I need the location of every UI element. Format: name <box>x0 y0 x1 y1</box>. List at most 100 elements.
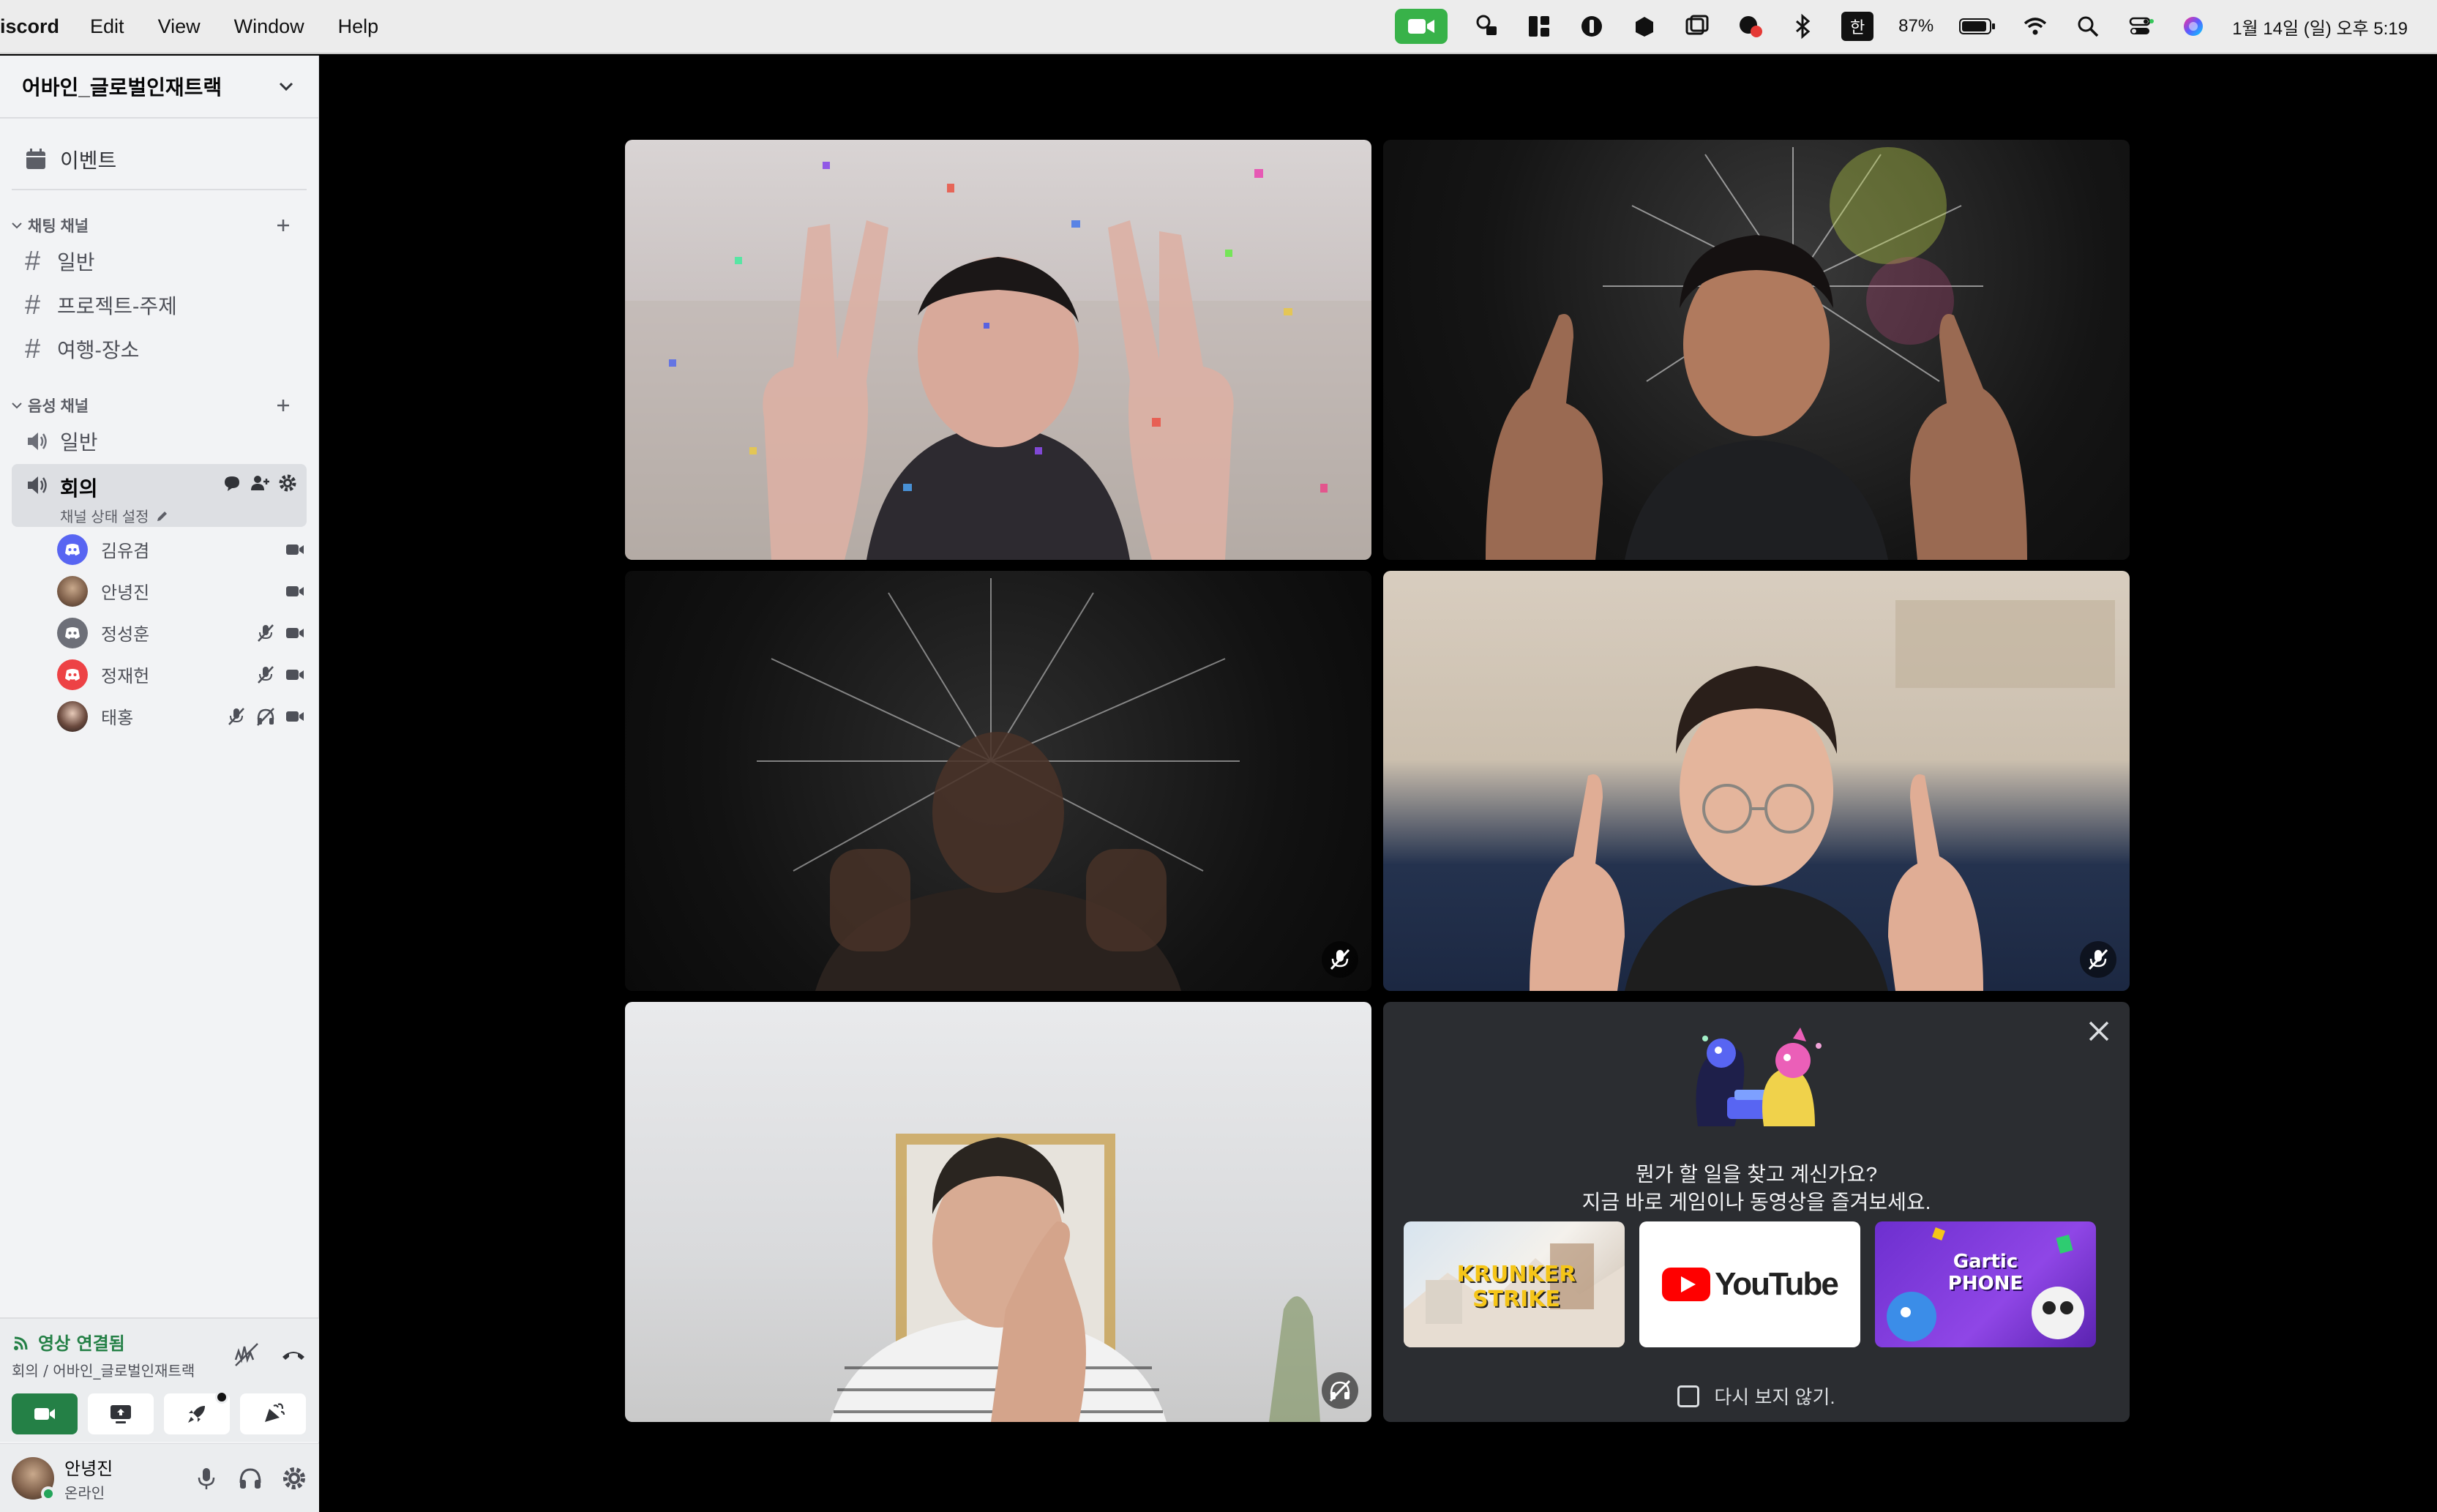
headphones-icon[interactable] <box>237 1465 263 1492</box>
category-label: 음성 채널 <box>28 398 89 415</box>
add-channel-icon[interactable] <box>273 395 293 416</box>
disconnect-icon[interactable] <box>280 1341 307 1369</box>
user-settings-gear-icon[interactable] <box>281 1465 307 1492</box>
activity-card-youtube[interactable]: YouTube <box>1639 1221 1860 1347</box>
channel-sidebar: 어바인_글로벌인재트랙 이벤트 채팅 채널 # 일반 # 프로젝트-주제 # 여행-장… <box>0 56 319 1512</box>
discord-logo-icon <box>65 626 80 639</box>
menu-bar: iscord Edit View Window Help 한 87% 1월 14… <box>0 0 2437 54</box>
server-header[interactable]: 어바인_글로벌인재트랙 <box>0 56 318 119</box>
checkbox-box[interactable] <box>1677 1385 1700 1407</box>
video-tile[interactable] <box>625 140 1371 560</box>
voice-user-taehong[interactable]: 태홍 <box>57 695 305 737</box>
video-grid: 뭔가 할 일을 찾고 계신가요? 지금 바로 게임이나 동영상을 즐겨보세요. … <box>319 56 2437 1512</box>
channel-project-topic[interactable]: # 프로젝트-주제 <box>12 284 307 326</box>
category-label: 채팅 채널 <box>28 218 89 235</box>
chat-bubble-icon[interactable] <box>222 473 242 493</box>
video-tile[interactable] <box>1383 140 2130 560</box>
events-label: 이벤트 <box>60 149 117 172</box>
messenger-icon[interactable] <box>1736 12 1764 40</box>
hash-icon: # <box>25 245 41 277</box>
speaker-icon <box>28 476 47 494</box>
category-voice-channels[interactable]: 음성 채널 <box>0 392 318 419</box>
mic-muted-icon <box>2088 948 2108 970</box>
krunker-logo: KRUNKER STRIKE <box>1456 1262 1576 1312</box>
voice-user-name: 김유겸 <box>101 542 150 561</box>
facetime-video-icon[interactable] <box>1395 9 1448 44</box>
user-status: 온라인 <box>64 1483 105 1502</box>
bluetooth-icon[interactable] <box>1789 12 1816 40</box>
control-center-icon[interactable] <box>2127 12 2155 40</box>
channel-travel-place[interactable]: # 여행-장소 <box>12 328 307 370</box>
battery-percent: 87% <box>1898 16 1934 36</box>
activity-mascot-illustration <box>1696 1028 1822 1126</box>
app-cube-icon[interactable] <box>1631 12 1658 40</box>
gear-icon[interactable] <box>277 473 298 493</box>
invite-user-icon[interactable] <box>250 473 270 493</box>
avatar[interactable] <box>12 1456 56 1501</box>
video-tile[interactable] <box>625 571 1371 991</box>
mic-muted-badge <box>2080 941 2116 978</box>
spotlight-search-icon[interactable] <box>2074 12 2102 40</box>
video-tile[interactable] <box>1383 571 2130 991</box>
activity-card-gartic-phone[interactable]: Gartic PHONE <box>1875 1221 2096 1347</box>
camera-toggle-button[interactable] <box>12 1393 78 1434</box>
voice-channel-general[interactable]: 일반 <box>12 420 307 463</box>
close-icon <box>2089 1021 2109 1041</box>
discord-logo-icon <box>65 668 80 681</box>
menu-help[interactable]: Help <box>338 15 379 38</box>
window-layout-icon[interactable] <box>1525 12 1553 40</box>
wifi-icon[interactable] <box>2021 12 2049 40</box>
channel-label: 일반 <box>57 251 95 274</box>
voice-user-annyeongjin[interactable]: 안녕진 <box>57 570 305 612</box>
menu-edit[interactable]: Edit <box>90 15 124 38</box>
caret-down-icon <box>12 403 22 409</box>
voice-user-jeongseonghun[interactable]: 정성훈 <box>57 612 305 654</box>
siri-icon[interactable] <box>2179 12 2207 40</box>
microphone-icon[interactable] <box>193 1465 220 1492</box>
soundboard-button[interactable] <box>240 1393 306 1434</box>
voice-channel-meeting[interactable]: 회의 채널 상태 설정 <box>12 464 307 527</box>
voice-user-jeongjaeheon[interactable]: 정재헌 <box>57 654 305 695</box>
password-manager-icon[interactable] <box>1578 12 1606 40</box>
menu-view[interactable]: View <box>158 15 201 38</box>
channel-label: 여행-장소 <box>57 339 140 362</box>
notification-dot <box>215 1391 228 1404</box>
participant-video <box>1383 140 2130 560</box>
input-source-icon[interactable]: 한 <box>1841 12 1874 41</box>
dont-show-again-checkbox[interactable]: 다시 보지 않기. <box>1383 1382 2130 1410</box>
activities-button[interactable] <box>164 1391 230 1434</box>
voice-connection-panel: 영상 연결됨 회의 / 어바인_글로벌인재트랙 <box>0 1317 319 1442</box>
accessibility-icon[interactable] <box>1472 12 1500 40</box>
video-tile[interactable] <box>625 1002 1371 1422</box>
voice-location[interactable]: 회의 / 어바인_글로벌인재트랙 <box>12 1359 195 1380</box>
activity-promo-tile: 뭔가 할 일을 찾고 계신가요? 지금 바로 게임이나 동영상을 즐겨보세요. … <box>1383 1002 2130 1422</box>
channel-status-setting[interactable]: 채널 상태 설정 <box>60 505 170 526</box>
close-promo-button[interactable] <box>2081 1014 2116 1049</box>
voice-user-kimyugyeom[interactable]: 김유겸 <box>57 528 305 570</box>
screens-icon[interactable] <box>1683 12 1711 40</box>
participant-video <box>1383 571 2130 991</box>
voice-status-label: 영상 연결됨 <box>38 1333 125 1354</box>
video-camera-icon <box>286 585 304 596</box>
screen-share-button[interactable] <box>88 1393 154 1434</box>
channel-label: 회의 <box>60 477 98 500</box>
menu-window[interactable]: Window <box>234 15 304 38</box>
events-item[interactable]: 이벤트 <box>12 130 307 190</box>
add-channel-icon[interactable] <box>273 215 293 236</box>
voice-status[interactable]: 영상 연결됨 <box>12 1329 195 1355</box>
promo-heading: 뭔가 할 일을 찾고 계신가요? <box>1635 1163 1878 1186</box>
hash-icon: # <box>25 333 41 364</box>
noise-suppression-icon[interactable] <box>233 1341 261 1369</box>
video-camera-icon <box>286 544 304 555</box>
channel-general[interactable]: # 일반 <box>12 240 307 282</box>
dont-show-again-label: 다시 보지 않기. <box>1714 1386 1835 1408</box>
activity-card-krunker[interactable]: KRUNKER STRIKE <box>1404 1221 1625 1347</box>
category-text-channels[interactable]: 채팅 채널 <box>0 212 318 239</box>
battery-icon[interactable] <box>1958 12 1996 40</box>
gartic-logo: Gartic PHONE <box>1947 1251 2024 1295</box>
mic-muted-icon <box>1330 948 1350 970</box>
clock[interactable]: 1월 14일 (일) 오후 5:19 <box>2232 14 2408 40</box>
server-name: 어바인_글로벌인재트랙 <box>22 76 222 99</box>
app-menu[interactable]: iscord <box>0 15 59 38</box>
avatar <box>57 700 88 732</box>
